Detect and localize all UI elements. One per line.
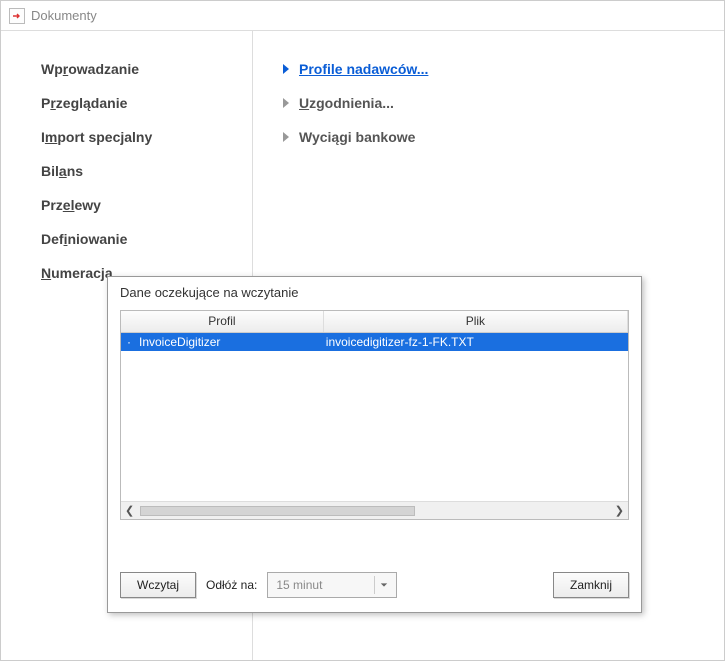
menu-text: ewy — [74, 197, 100, 213]
menu-text: port specjalny — [57, 129, 152, 145]
window-title: Dokumenty — [31, 8, 97, 23]
menu-accel: el — [63, 197, 75, 213]
table-body: · InvoiceDigitizer invoicedigitizer-fz-1… — [121, 333, 628, 501]
titlebar: Dokumenty — [1, 1, 724, 31]
main-window: Dokumenty Wprowadzanie Przeglądanie Impo… — [0, 0, 725, 661]
dialog-button-row: Wczytaj Odłóż na: 15 minut Zamknij — [120, 572, 629, 598]
row-marker-icon: · — [121, 335, 137, 349]
table-header: Profil Plik — [121, 311, 628, 333]
menu-text: zeglądanie — [56, 95, 128, 111]
link-profile-nadawcow[interactable]: Profile nadawców... — [283, 61, 724, 77]
menu-item-wprowadzanie[interactable]: Wprowadzanie — [41, 61, 252, 77]
menu-item-przelewy[interactable]: Przelewy — [41, 197, 252, 213]
postpone-value: 15 minut — [276, 578, 322, 592]
close-button[interactable]: Zamknij — [553, 572, 629, 598]
chevron-right-icon — [283, 64, 289, 74]
menu-text: umeracja — [51, 265, 112, 281]
cell-plik: invoicedigitizer-fz-1-FK.TXT — [324, 335, 628, 349]
menu-item-import-specjalny[interactable]: Import specjalny — [41, 129, 252, 145]
link-label: Uzgodnienia... — [299, 95, 394, 111]
cell-profil: InvoiceDigitizer — [137, 335, 324, 349]
menu-item-definiowanie[interactable]: Definiowanie — [41, 231, 252, 247]
postpone-dropdown[interactable]: 15 minut — [267, 572, 397, 598]
chevron-down-icon — [374, 576, 392, 594]
menu-text: Bil — [41, 163, 59, 179]
scroll-left-icon[interactable]: ❮ — [125, 504, 134, 517]
chevron-right-icon — [283, 132, 289, 142]
menu-accel: N — [41, 265, 51, 281]
chevron-right-icon — [283, 98, 289, 108]
table-row[interactable]: · InvoiceDigitizer invoicedigitizer-fz-1… — [121, 333, 628, 351]
horizontal-scrollbar[interactable]: ❮ ❯ — [121, 501, 628, 519]
col-header-profil[interactable]: Profil — [121, 311, 324, 332]
menu-text: Def — [41, 231, 64, 247]
menu-text: Prz — [41, 197, 63, 213]
menu-accel: a — [59, 163, 67, 179]
col-header-plik[interactable]: Plik — [324, 311, 628, 332]
data-table: Profil Plik · InvoiceDigitizer invoicedi… — [120, 310, 629, 520]
menu-text: owadzanie — [68, 61, 139, 77]
load-button[interactable]: Wczytaj — [120, 572, 196, 598]
menu-text: P — [41, 95, 50, 111]
dialog-title: Dane oczekujące na wczytanie — [108, 277, 641, 310]
app-icon — [9, 8, 25, 24]
postpone-label: Odłóż na: — [206, 578, 257, 592]
link-wyciagi-bankowe[interactable]: Wyciągi bankowe — [283, 129, 724, 145]
menu-text: Wp — [41, 61, 63, 77]
menu-item-bilans[interactable]: Bilans — [41, 163, 252, 179]
scroll-right-icon[interactable]: ❯ — [615, 504, 624, 517]
menu-text: ns — [67, 163, 83, 179]
link-label: Wyciągi bankowe — [299, 129, 415, 145]
menu-text: niowanie — [67, 231, 127, 247]
scroll-thumb[interactable] — [140, 506, 414, 516]
pending-data-dialog: Dane oczekujące na wczytanie Profil Plik… — [107, 276, 642, 613]
menu-accel: m — [45, 129, 57, 145]
link-uzgodnienia[interactable]: Uzgodnienia... — [283, 95, 724, 111]
menu-item-przegladanie[interactable]: Przeglądanie — [41, 95, 252, 111]
link-label: Profile nadawców... — [299, 61, 428, 77]
